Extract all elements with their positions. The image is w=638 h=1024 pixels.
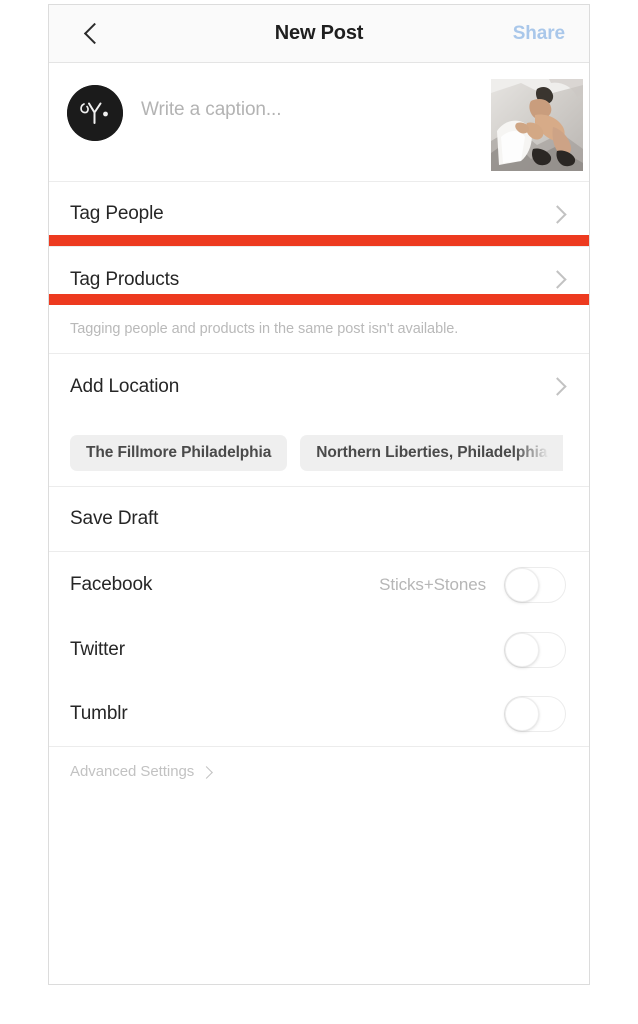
chevron-right-icon <box>548 270 567 289</box>
toggle-knob <box>505 632 539 667</box>
chevron-right-icon <box>200 766 214 779</box>
row-tag-products-label: Tag Products <box>70 268 180 290</box>
row-save-draft[interactable]: Save Draft <box>49 487 589 552</box>
navigation-bar: New Post Share <box>49 5 589 63</box>
row-tag-people-label: Tag People <box>70 203 164 224</box>
advanced-settings-label: Advanced Settings <box>70 763 195 780</box>
location-suggestions[interactable]: The Fillmore Philadelphia Northern Liber… <box>49 419 589 487</box>
row-save-draft-label: Save Draft <box>70 508 159 529</box>
chevron-right-icon <box>548 204 567 224</box>
location-chip[interactable]: Northern Liberties, Philadelphia <box>300 434 564 471</box>
user-avatar-logo-icon <box>67 85 123 141</box>
row-twitter[interactable]: Twitter <box>49 617 589 682</box>
row-tumblr-label: Tumblr <box>70 703 128 724</box>
row-tag-people[interactable]: Tag People <box>49 182 589 247</box>
advanced-settings-link[interactable]: Advanced Settings <box>49 747 589 780</box>
row-add-location[interactable]: Add Location <box>49 354 589 419</box>
twitter-toggle[interactable] <box>504 631 566 668</box>
toggle-knob <box>505 697 539 731</box>
page-title: New Post <box>274 22 364 44</box>
location-chip[interactable]: The Fillmore Philadelphia <box>70 434 288 471</box>
share-button[interactable]: Share <box>513 5 565 62</box>
tagging-note: Tagging people and products in the same … <box>49 312 589 354</box>
row-tag-products[interactable]: Tag Products <box>49 235 589 312</box>
caption-input[interactable]: Write a caption... <box>141 99 282 121</box>
chevron-right-icon <box>548 377 567 396</box>
tumblr-toggle[interactable] <box>504 696 566 732</box>
phone-frame: New Post Share Write a caption... Tag Pe… <box>48 4 590 985</box>
facebook-toggle[interactable] <box>504 566 566 603</box>
facebook-page-name: Sticks+Stones <box>379 574 486 594</box>
row-add-location-label: Add Location <box>70 375 180 397</box>
avatar <box>67 85 123 141</box>
row-twitter-label: Twitter <box>70 638 125 660</box>
screenshot-canvas: New Post Share Write a caption... Tag Pe… <box>0 0 638 1024</box>
post-thumbnail[interactable] <box>491 79 583 171</box>
row-tumblr[interactable]: Tumblr <box>49 682 589 747</box>
row-facebook[interactable]: Facebook Sticks+Stones <box>49 552 589 617</box>
toggle-knob <box>505 567 539 602</box>
caption-row[interactable]: Write a caption... <box>49 63 589 182</box>
post-image-thumbnail-icon <box>491 79 583 171</box>
row-facebook-label: Facebook <box>70 573 153 595</box>
